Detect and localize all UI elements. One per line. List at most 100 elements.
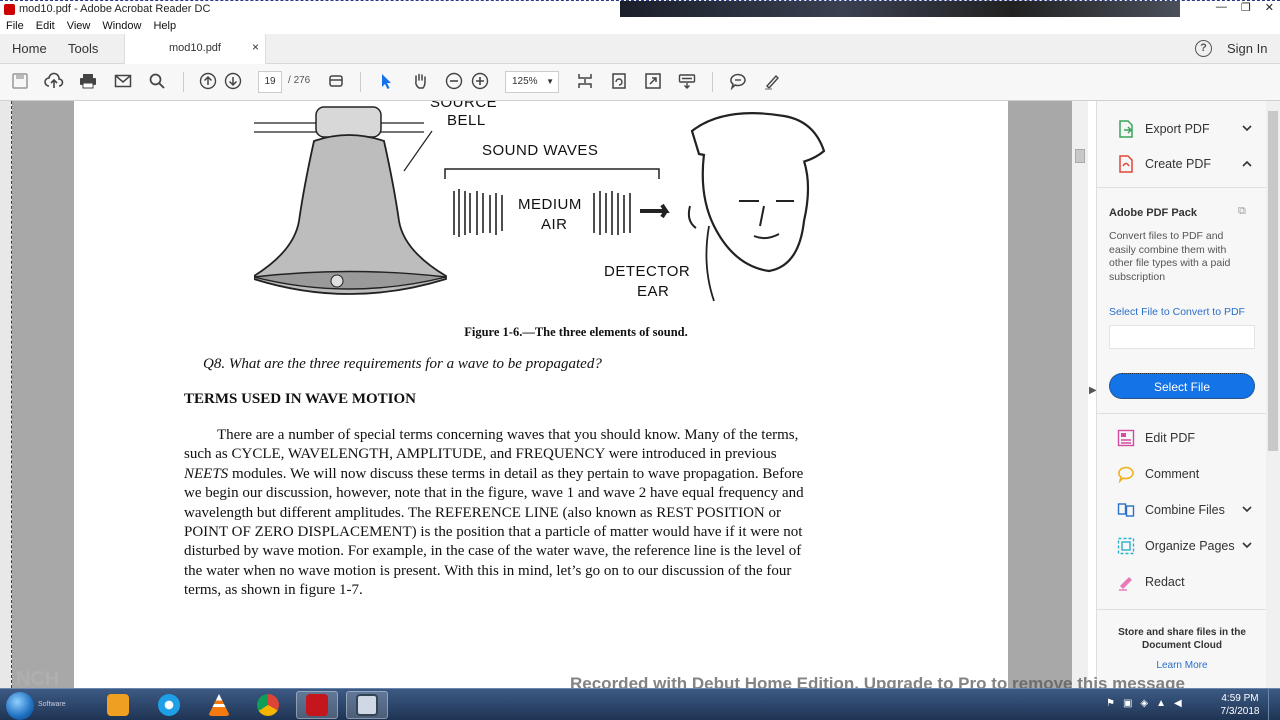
fit-width-icon[interactable]: [575, 72, 595, 92]
organize-pages-label: Organize Pages: [1145, 539, 1235, 553]
panel-divider: [1097, 413, 1267, 414]
paragraph-line: NEETS modules. We will now discuss these…: [184, 465, 804, 482]
create-pdf-tool[interactable]: Create PDF: [1117, 153, 1252, 175]
rotate-icon[interactable]: [609, 72, 629, 92]
document-scrollbar[interactable]: [1072, 101, 1088, 688]
panel-divider: [1097, 609, 1267, 610]
learn-more-link[interactable]: Learn More: [1097, 660, 1267, 671]
print-icon[interactable]: [78, 72, 98, 92]
page-number-input[interactable]: 19: [258, 71, 282, 93]
email-icon[interactable]: [113, 72, 133, 92]
combine-files-tool[interactable]: Combine Files: [1117, 499, 1252, 521]
taskbar-vlc[interactable]: [198, 691, 240, 719]
paragraph-line: the water when no wave motion is present…: [184, 562, 792, 579]
select-file-link[interactable]: Select File to Convert to PDF: [1109, 306, 1245, 318]
figure-caption: Figure 1-6.—The three elements of sound.: [464, 325, 688, 339]
taskbar-clock[interactable]: 4:59 PM 7/3/2018: [1218, 692, 1262, 718]
menu-file[interactable]: File: [6, 20, 24, 32]
help-icon[interactable]: ?: [1195, 40, 1212, 57]
tray-network-icon[interactable]: ▣: [1123, 698, 1132, 709]
file-drop-box[interactable]: [1109, 325, 1255, 349]
close-tab-icon[interactable]: ×: [252, 40, 259, 54]
organize-pages-icon: [1117, 537, 1135, 555]
pdf-page: SOURCE BELL SOUND WAVES MEDIUM AIR DETEC…: [74, 101, 1008, 688]
select-cursor-icon[interactable]: [376, 72, 396, 92]
taskbar-debut[interactable]: [346, 691, 388, 719]
figure-1-6: SOURCE BELL SOUND WAVES MEDIUM AIR DETEC…: [254, 101, 834, 306]
export-pdf-label: Export PDF: [1145, 122, 1210, 136]
copy-icon[interactable]: ⧉: [1238, 205, 1246, 218]
tools-pane-scrollbar[interactable]: [1266, 101, 1280, 688]
toolbar: 19 / 276 125% ▼: [0, 64, 1280, 101]
comment-label: Comment: [1145, 467, 1200, 481]
show-desktop-button[interactable]: [1268, 689, 1280, 720]
document-tab-label: mod10.pdf: [169, 42, 221, 54]
close-window-button[interactable]: ✕: [1265, 1, 1274, 14]
pdf-pack-description: Convert files to PDF and easily combine …: [1109, 230, 1231, 283]
tray-volume-icon[interactable]: ◀: [1174, 698, 1182, 709]
hand-tool-icon[interactable]: [410, 72, 430, 92]
organize-pages-tool[interactable]: Organize Pages: [1117, 535, 1252, 557]
tab-tools[interactable]: Tools: [68, 41, 98, 56]
comment-icon[interactable]: [728, 72, 748, 92]
zoom-in-icon[interactable]: [470, 72, 490, 92]
comment-tool[interactable]: Comment: [1117, 463, 1199, 485]
section-heading: TERMS USED IN WAVE MOTION: [184, 391, 416, 407]
redact-marker-icon: [1117, 573, 1135, 591]
taskbar-acrobat[interactable]: [296, 691, 338, 719]
previous-page-icon[interactable]: [198, 72, 218, 92]
menu-window[interactable]: Window: [102, 20, 141, 32]
keyboard-icon[interactable]: [677, 72, 697, 92]
sailor-head-drawing: [687, 112, 826, 302]
scrollbar-thumb[interactable]: [1268, 111, 1278, 451]
tray-flag-icon[interactable]: ⚑: [1106, 698, 1115, 709]
sign-in-link[interactable]: Sign In: [1227, 41, 1267, 56]
menu-help[interactable]: Help: [153, 20, 176, 32]
zoom-out-icon[interactable]: [444, 72, 464, 92]
read-mode-icon[interactable]: [326, 72, 346, 92]
zoom-value: 125%: [512, 76, 538, 87]
tab-document[interactable]: mod10.pdf ×: [124, 34, 266, 64]
chevron-down-icon: [1242, 505, 1252, 516]
chevron-down-icon: [1242, 124, 1252, 135]
menu-bar: File Edit View Window Help: [0, 17, 1280, 34]
combine-files-icon: [1117, 501, 1135, 519]
save-icon[interactable]: [10, 72, 30, 92]
paragraph-line: wavelength but different amplitudes. The…: [184, 504, 782, 521]
taskbar-media-player[interactable]: [97, 691, 139, 719]
menu-view[interactable]: View: [67, 20, 91, 32]
redact-tool[interactable]: Redact: [1117, 571, 1185, 593]
taskbar-internet-explorer[interactable]: [148, 691, 190, 719]
taskbar-chrome[interactable]: [247, 691, 289, 719]
tray-up-arrow-icon[interactable]: ▲: [1156, 698, 1166, 709]
edit-pdf-tool[interactable]: Edit PDF: [1117, 427, 1195, 449]
minimize-button[interactable]: —: [1216, 1, 1227, 14]
edit-pdf-icon: [1117, 429, 1135, 447]
edit-pdf-label: Edit PDF: [1145, 431, 1196, 445]
tools-pane: Export PDF Create PDF Adobe PDF Pack ⧉ C…: [1096, 101, 1267, 688]
highlight-pen-icon[interactable]: [762, 72, 782, 92]
system-tray: ⚑ ▣ ◈ ▲ ◀: [1106, 698, 1182, 709]
menu-edit[interactable]: Edit: [36, 20, 55, 32]
tab-bar: Home Tools mod10.pdf × ? Sign In: [0, 34, 1280, 64]
toolbar-divider: [183, 72, 184, 92]
chevron-down-icon: ▼: [546, 77, 554, 86]
page-separator: /: [288, 75, 291, 86]
paragraph-line: terms, as shown in figure 1-7.: [184, 582, 363, 599]
tray-shield-icon[interactable]: ◈: [1140, 698, 1148, 709]
export-pdf-tool[interactable]: Export PDF: [1117, 118, 1252, 140]
document-cloud-text: Store and share files in the Document Cl…: [1118, 627, 1246, 651]
zoom-select[interactable]: 125% ▼: [505, 71, 559, 93]
maximize-button[interactable]: ❐: [1241, 1, 1251, 14]
body-paragraph: There are a number of special terms conc…: [184, 426, 884, 601]
full-screen-icon[interactable]: [643, 72, 663, 92]
media-player-icon: [107, 694, 129, 716]
scrollbar-thumb[interactable]: [1075, 149, 1085, 163]
tab-home[interactable]: Home: [12, 41, 47, 56]
search-icon[interactable]: [147, 72, 167, 92]
next-page-icon[interactable]: [223, 72, 243, 92]
upload-icon[interactable]: [44, 72, 64, 92]
page-count: 276: [293, 75, 311, 86]
start-button[interactable]: [6, 692, 34, 720]
select-file-button[interactable]: Select File: [1109, 373, 1255, 399]
